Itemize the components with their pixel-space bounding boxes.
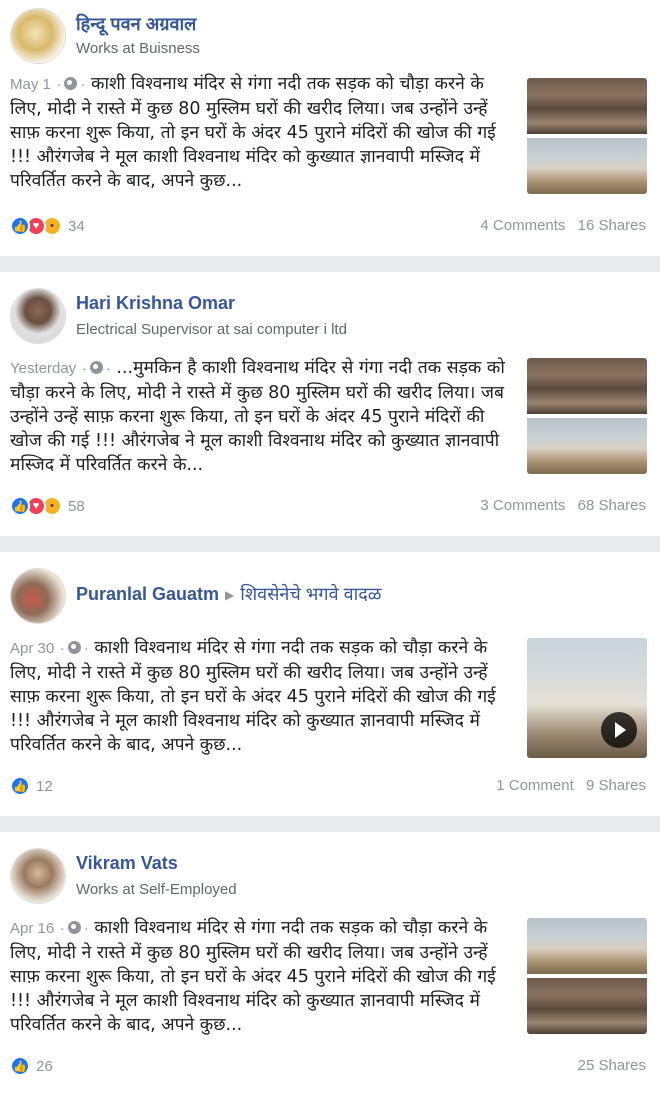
play-icon[interactable]: [601, 712, 637, 748]
thumbs-up-icon: 👍: [10, 216, 30, 236]
reactions[interactable]: 👍 12: [10, 774, 53, 798]
post-date[interactable]: May 1: [10, 76, 51, 93]
post: हिन्दू पवन अग्रवाल Works at Buisness May…: [0, 0, 660, 256]
comments-count[interactable]: 1 Comment: [496, 777, 574, 794]
separator-dot: ·: [59, 920, 65, 937]
post-text: Apr 16 · · काशी विश्वनाथ मंदिर से गंगा नद…: [10, 916, 510, 1037]
post-date[interactable]: Apr 30: [10, 640, 54, 657]
thumbs-up-icon: 👍: [10, 776, 30, 796]
comments-count[interactable]: 4 Comments: [480, 217, 565, 234]
shares-count[interactable]: 68 Shares: [578, 497, 646, 514]
globe-icon: [89, 361, 103, 374]
globe-icon: [67, 921, 81, 934]
avatar[interactable]: [10, 568, 66, 624]
separator-dot: ·: [59, 640, 65, 657]
reaction-count: 12: [36, 777, 53, 795]
post-stats: 25 Shares: [578, 1057, 646, 1074]
triangle-right-icon: ▶: [225, 588, 235, 603]
author-subtitle: Works at Self-Employed: [76, 881, 237, 898]
author-name-group: Puranlal Gauatm ▶ शिवसेनेचे भगवे वादळ: [76, 582, 382, 606]
shares-count[interactable]: 25 Shares: [578, 1057, 646, 1074]
group-name[interactable]: शिवसेनेचे भगवे वादळ: [240, 584, 381, 604]
post-separator: [0, 816, 660, 832]
author-name[interactable]: Puranlal Gauatm: [76, 584, 219, 604]
separator-dot: ·: [80, 76, 86, 93]
reactions[interactable]: 👍 26: [10, 1054, 53, 1078]
post: Vikram Vats Works at Self-Employed Apr 1…: [0, 832, 660, 1094]
post-date[interactable]: Apr 16: [10, 920, 54, 937]
shares-count[interactable]: 16 Shares: [578, 217, 646, 234]
shares-count[interactable]: 9 Shares: [586, 777, 646, 794]
post-stats: 1 Comment 9 Shares: [496, 777, 646, 794]
thumbnail-image: [527, 138, 647, 194]
avatar[interactable]: [10, 288, 66, 344]
separator-dot: ·: [105, 360, 111, 377]
reactions[interactable]: 👍 ♥ • 34: [10, 214, 85, 238]
globe-icon: [67, 641, 81, 654]
author-subtitle: Electrical Supervisor at sai computer i …: [76, 321, 347, 338]
thumbnail-image: [527, 78, 647, 134]
reaction-count: 58: [68, 497, 85, 515]
author-subtitle: Works at Buisness: [76, 40, 200, 57]
video-image: [527, 638, 647, 758]
thumbnail-image: [527, 978, 647, 1034]
post-separator: [0, 256, 660, 272]
post-text: May 1 · · काशी विश्वनाथ मंदिर से गंगा नदी…: [10, 72, 510, 193]
thumbnail-image: [527, 358, 647, 414]
separator-dot: ·: [83, 640, 89, 657]
post-text: Yesterday · · ...मुमकिन है काशी विश्वनाथ …: [10, 356, 510, 477]
avatar[interactable]: [10, 848, 66, 904]
reaction-count: 34: [68, 217, 85, 235]
post-text: Apr 30 · · काशी विश्वनाथ मंदिर से गंगा नद…: [10, 636, 510, 757]
thumbs-up-icon: 👍: [10, 496, 30, 516]
post-stats: 3 Comments 68 Shares: [480, 497, 646, 514]
author-name[interactable]: हिन्दू पवन अग्रवाल: [76, 12, 196, 36]
post-thumbnail[interactable]: [527, 358, 647, 474]
reaction-count: 26: [36, 1057, 53, 1075]
separator-dot: ·: [81, 360, 87, 377]
post: Hari Krishna Omar Electrical Supervisor …: [0, 272, 660, 536]
author-name[interactable]: Vikram Vats: [76, 853, 178, 874]
reactions[interactable]: 👍 ♥ • 58: [10, 494, 85, 518]
news-feed: हिन्दू पवन अग्रवाल Works at Buisness May…: [0, 0, 660, 1094]
avatar[interactable]: [10, 8, 66, 64]
separator-dot: ·: [83, 920, 89, 937]
globe-icon: [64, 77, 78, 90]
post-thumbnail[interactable]: [527, 918, 647, 1034]
post-separator: [0, 536, 660, 552]
thumbnail-image: [527, 918, 647, 974]
post-thumbnail[interactable]: [527, 78, 647, 194]
post-date[interactable]: Yesterday: [10, 360, 76, 377]
thumbnail-image: [527, 418, 647, 474]
post: Puranlal Gauatm ▶ शिवसेनेचे भगवे वादळ Apr …: [0, 552, 660, 816]
comments-count[interactable]: 3 Comments: [480, 497, 565, 514]
thumbs-up-icon: 👍: [10, 1056, 30, 1076]
author-name[interactable]: Hari Krishna Omar: [76, 293, 235, 314]
video-thumbnail[interactable]: [527, 638, 647, 758]
post-stats: 4 Comments 16 Shares: [480, 217, 646, 234]
separator-dot: ·: [56, 76, 62, 93]
